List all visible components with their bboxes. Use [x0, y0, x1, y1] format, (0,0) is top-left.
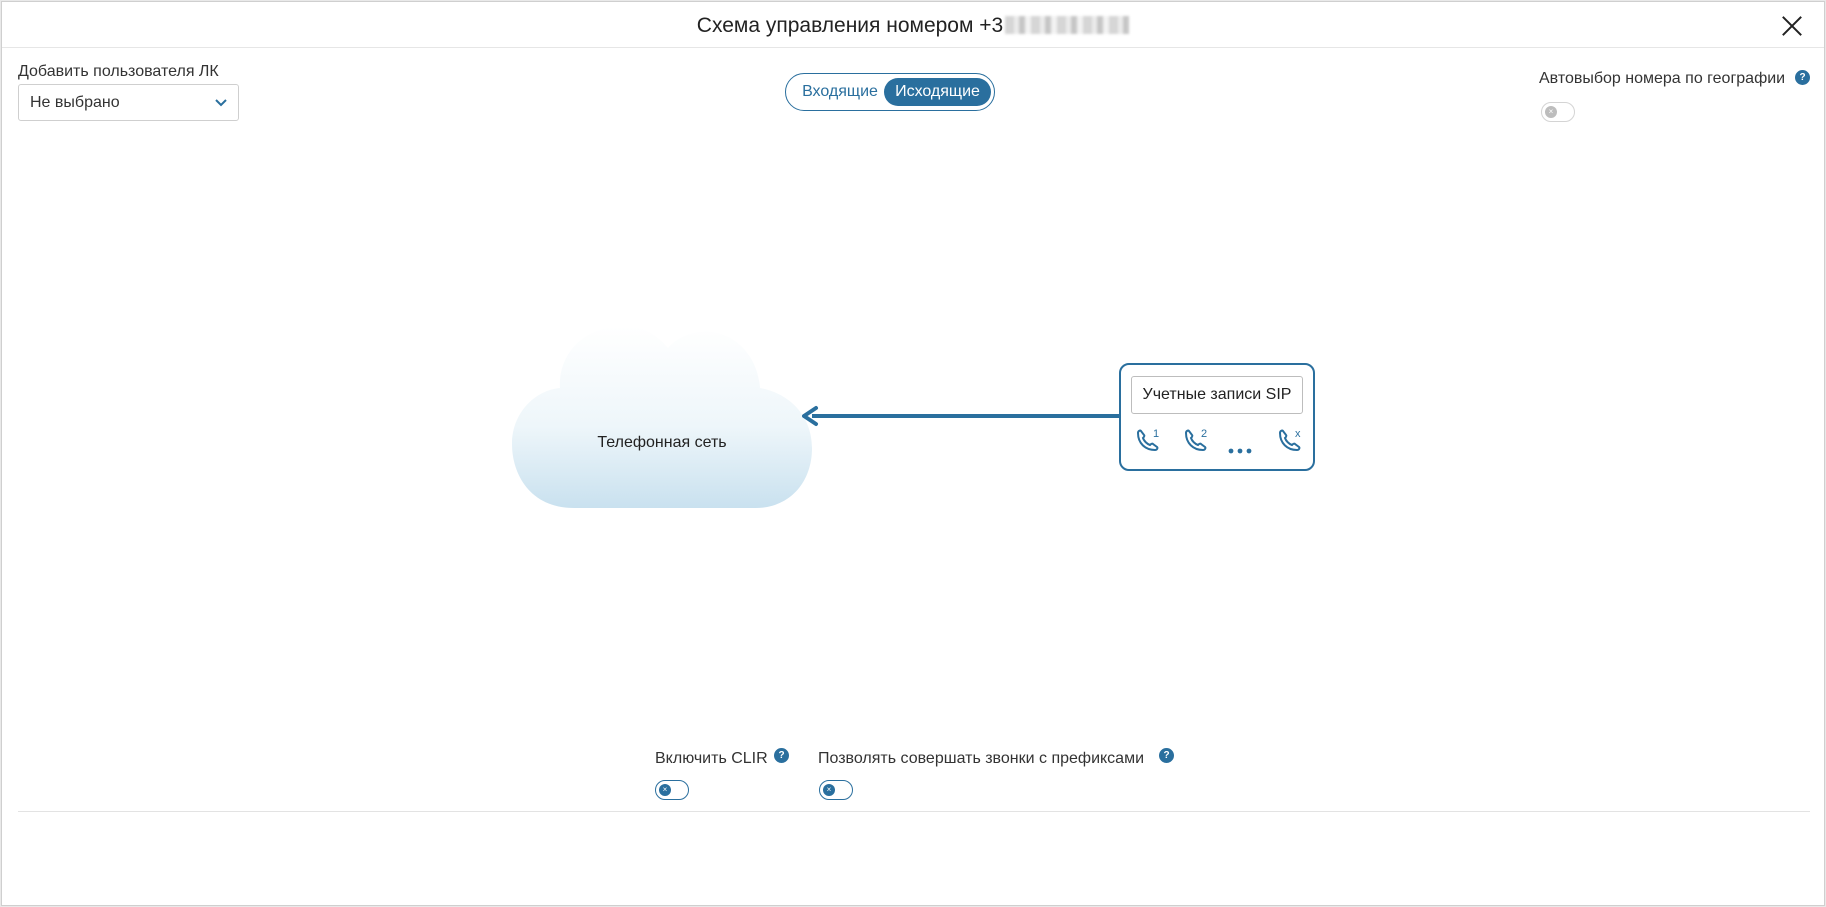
- ellipsis-icon: [1228, 448, 1252, 454]
- switch-off-icon: ×: [1545, 106, 1557, 118]
- switch-off-icon: ×: [823, 784, 835, 796]
- phone-x-icon: x: [1278, 428, 1301, 452]
- phone-1-index: 1: [1153, 428, 1159, 440]
- masked-phone-number: [1005, 16, 1130, 34]
- chevron-down-icon: [215, 99, 227, 107]
- phone-1-icon: 1: [1136, 428, 1159, 452]
- geo-autoselect-switch[interactable]: ×: [1541, 102, 1575, 122]
- phone-2-icon: 2: [1184, 428, 1207, 452]
- sip-accounts-box: Учетные записи SIP 1 2 x: [1119, 363, 1315, 471]
- clir-help-icon[interactable]: ?: [774, 748, 789, 763]
- phone-network-label: Телефонная сеть: [597, 434, 727, 451]
- dialog-title-text: Схема управления номером +3: [696, 14, 1004, 37]
- direction-toggle: Входящие Исходящие: [785, 73, 995, 111]
- prefix-calls-switch[interactable]: ×: [819, 780, 853, 800]
- clir-label: Включить CLIR: [655, 750, 768, 767]
- tab-outgoing[interactable]: Исходящие: [884, 78, 991, 106]
- dialog-header: Схема управления номером +3: [2, 2, 1824, 48]
- tab-incoming[interactable]: Входящие: [794, 78, 886, 106]
- arrow-left-icon: [802, 406, 1120, 426]
- close-icon[interactable]: [1780, 14, 1804, 38]
- lk-user-select[interactable]: Не выбрано: [18, 84, 239, 121]
- switch-off-icon: ×: [659, 784, 671, 796]
- phone-x-index: x: [1295, 428, 1301, 440]
- sip-accounts-button[interactable]: Учетные записи SIP: [1131, 376, 1303, 414]
- prefix-calls-label: Позволять совершать звонки с префиксами: [818, 750, 1145, 767]
- number-scheme-dialog: Схема управления номером +3 Добавить пол…: [1, 1, 1825, 906]
- cloud-icon: [512, 326, 812, 508]
- geo-autoselect-label: Автовыбор номера по географии: [1539, 70, 1786, 87]
- lk-user-label: Добавить пользователя ЛК: [18, 63, 219, 80]
- clir-switch[interactable]: ×: [655, 780, 689, 800]
- lk-user-selected-value: Не выбрано: [30, 94, 120, 111]
- prefix-help-icon[interactable]: ?: [1159, 748, 1174, 763]
- footer-divider: [18, 811, 1810, 812]
- help-icon[interactable]: ?: [1795, 70, 1810, 85]
- dialog-title: Схема управления номером +3: [2, 14, 1824, 38]
- phone-2-index: 2: [1201, 428, 1207, 440]
